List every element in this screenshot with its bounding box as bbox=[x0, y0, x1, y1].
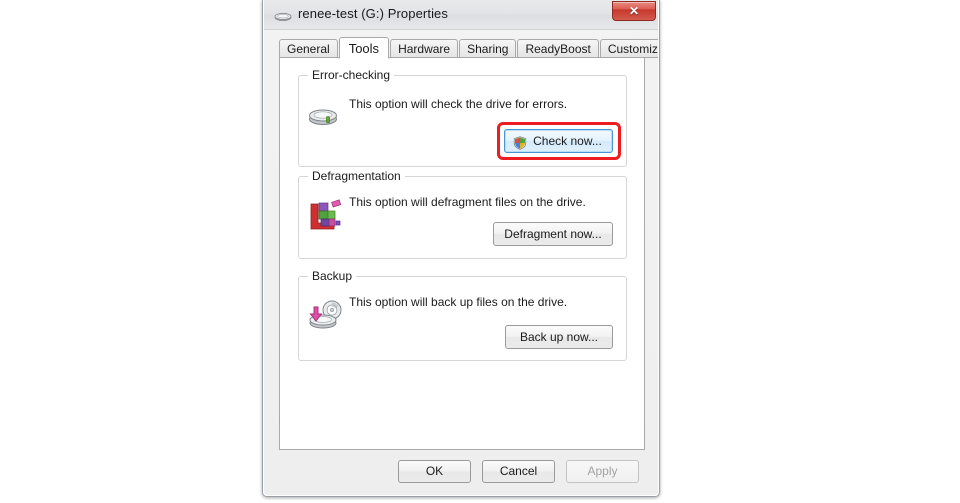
close-icon: ✕ bbox=[628, 4, 640, 18]
hard-drive-icon bbox=[308, 102, 340, 133]
window-title: renee-test (G:) Properties bbox=[298, 6, 448, 21]
error-checking-title: Error-checking bbox=[308, 68, 395, 82]
defragment-now-button[interactable]: Defragment now... bbox=[493, 222, 613, 246]
tab-sharing[interactable]: Sharing bbox=[459, 39, 517, 58]
tools-tab-panel: Error-checking This option will check th… bbox=[279, 57, 645, 450]
properties-dialog-window: renee-test (G:) Properties ✕ General Too… bbox=[262, 0, 660, 497]
tab-customize[interactable]: Customize bbox=[599, 39, 658, 58]
ok-button[interactable]: OK bbox=[398, 460, 471, 483]
defragmentation-group: Defragmentation This option will defragm… bbox=[298, 169, 627, 259]
error-checking-group: Error-checking This option will check th… bbox=[298, 68, 627, 167]
dialog-inner-frame: renee-test (G:) Properties ✕ General Too… bbox=[263, 0, 659, 496]
error-checking-description: This option will check the drive for err… bbox=[349, 97, 568, 111]
ok-label: OK bbox=[425, 464, 444, 478]
apply-label: Apply bbox=[587, 464, 618, 478]
defragmentation-title: Defragmentation bbox=[308, 169, 405, 183]
hard-drive-icon bbox=[274, 10, 292, 22]
check-now-label: Check now... bbox=[533, 134, 602, 148]
backup-title: Backup bbox=[308, 269, 357, 283]
check-now-button[interactable]: Check now... bbox=[504, 129, 613, 153]
cancel-label: Cancel bbox=[499, 464, 538, 478]
close-button[interactable]: ✕ bbox=[612, 1, 656, 21]
back-up-now-label: Back up now... bbox=[519, 330, 599, 344]
cancel-button[interactable]: Cancel bbox=[482, 460, 555, 483]
uac-shield-icon bbox=[513, 135, 527, 150]
tab-hardware[interactable]: Hardware bbox=[390, 39, 459, 58]
defragmentation-description: This option will defragment files on the… bbox=[349, 195, 586, 209]
apply-button: Apply bbox=[566, 460, 639, 483]
tab-strip: General Tools Hardware Sharing ReadyBoos… bbox=[279, 37, 658, 59]
backup-description: This option will back up files on the dr… bbox=[349, 295, 568, 309]
defragment-icon bbox=[308, 199, 342, 236]
defragment-now-label: Defragment now... bbox=[504, 227, 602, 241]
backup-group: Backup This option will back up files on… bbox=[298, 269, 627, 361]
tab-general[interactable]: General bbox=[279, 39, 338, 58]
back-up-now-button[interactable]: Back up now... bbox=[505, 325, 613, 349]
backup-drive-icon bbox=[308, 299, 344, 336]
title-bar: renee-test (G:) Properties ✕ bbox=[264, 0, 658, 30]
tab-tools[interactable]: Tools bbox=[338, 37, 390, 59]
tab-readyboost[interactable]: ReadyBoost bbox=[517, 39, 599, 58]
screenshot-canvas: renee-test (G:) Properties ✕ General Too… bbox=[0, 0, 960, 503]
dialog-footer: OK Cancel Apply bbox=[264, 450, 658, 495]
